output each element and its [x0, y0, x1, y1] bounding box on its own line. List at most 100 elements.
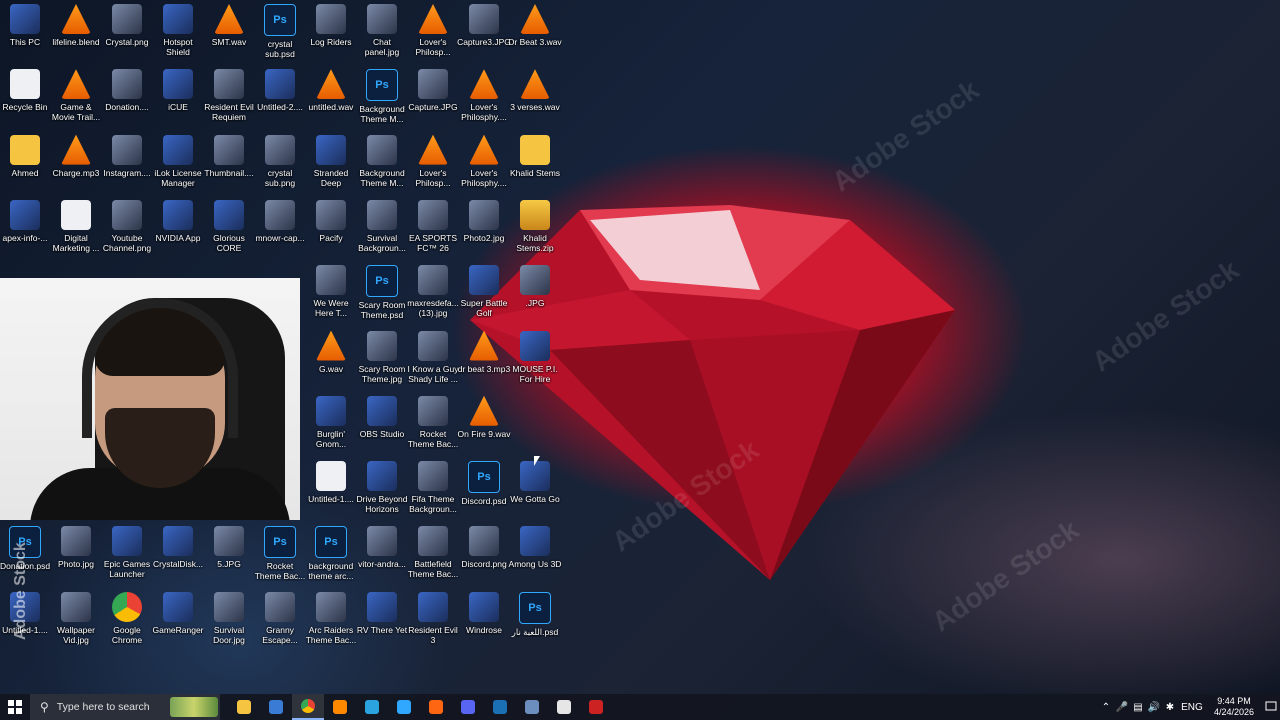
taskbar-app-button[interactable]	[356, 694, 388, 720]
desktop-icon[interactable]: On Fire 9.wav	[458, 395, 510, 460]
taskbar-app-button[interactable]	[228, 694, 260, 720]
desktop-icon[interactable]: RV There Yet	[357, 591, 407, 656]
desktop-icon[interactable]: Resident Evil 3	[408, 591, 458, 656]
desktop-icon[interactable]: lifeline.blend	[51, 4, 101, 68]
desktop-icon[interactable]: untitled.wav	[306, 69, 356, 133]
desktop-icon[interactable]: Scary Room Theme.jpg	[357, 330, 407, 395]
desktop-icon[interactable]: Ps Scary Room Theme.psd	[357, 265, 407, 329]
desktop-icon[interactable]: Ps Donation.psd	[0, 526, 50, 590]
notifications-icon[interactable]	[1262, 694, 1280, 720]
desktop-icon[interactable]: Background Theme M...	[357, 134, 407, 199]
taskbar-app-button[interactable]	[324, 694, 356, 720]
desktop-icon[interactable]: Lover's Philosphy....	[459, 134, 509, 199]
desktop-icon[interactable]: Discord.png	[459, 526, 509, 590]
desktop-icon[interactable]: Hotspot Shield	[153, 4, 203, 68]
desktop-icon[interactable]: Rocket Theme Bac...	[408, 395, 458, 460]
desktop-icon[interactable]: Recycle Bin	[0, 69, 50, 133]
desktop-icon[interactable]: I Know a Guy Shady Life ...	[407, 330, 459, 395]
desktop-icon[interactable]: Instagram....	[102, 134, 152, 199]
desktop-icon[interactable]: Khalid Stems.zip	[510, 199, 560, 264]
desktop-icon[interactable]: Chat panel.jpg	[357, 4, 407, 68]
taskbar-app-button[interactable]	[516, 694, 548, 720]
desktop-icon[interactable]: vitor-andra...	[357, 526, 407, 590]
desktop-icon[interactable]: mnowr-cap...	[255, 199, 305, 264]
desktop-icon[interactable]: Capture.JPG	[408, 69, 458, 133]
desktop-icon[interactable]: Thumbnail....	[204, 134, 254, 199]
taskbar-search[interactable]: ⚲ Type here to search	[30, 694, 220, 720]
desktop-icon[interactable]: Lover's Philosp...	[408, 4, 458, 68]
desktop-icon[interactable]: Donation....	[102, 69, 152, 133]
desktop-icon[interactable]: Ahmed	[0, 134, 50, 199]
desktop-icon[interactable]: Survival Door.jpg	[204, 591, 254, 656]
taskbar-app-button[interactable]	[548, 694, 580, 720]
desktop-icon[interactable]: Granny Escape...	[255, 591, 305, 656]
microphone-icon[interactable]: 🎤	[1114, 694, 1130, 720]
desktop-icon[interactable]: 5.JPG	[204, 526, 254, 590]
taskbar-app-button[interactable]	[292, 694, 324, 720]
desktop-icon[interactable]: Capture3.JPG	[457, 4, 511, 68]
desktop-icon[interactable]: Ps Discord.psd	[459, 461, 509, 525]
desktop-icon[interactable]: OBS Studio	[357, 395, 407, 460]
desktop-icon[interactable]: Battlefield Theme Bac...	[408, 526, 458, 590]
desktop-icon[interactable]: Ps Background Theme M...	[357, 69, 407, 133]
desktop-icon[interactable]: Crystal.png	[102, 4, 152, 68]
taskbar-app-button[interactable]	[580, 694, 612, 720]
desktop-icon[interactable]: Ps background theme arc...	[306, 526, 356, 590]
desktop-icon[interactable]: Stranded Deep	[306, 134, 356, 199]
desktop-icon[interactable]: crystal sub.png	[255, 134, 305, 199]
desktop-icon[interactable]: .JPG	[510, 265, 560, 329]
desktop-icon[interactable]: Log Riders	[306, 4, 356, 68]
desktop-icon[interactable]: CrystalDisk...	[153, 526, 203, 590]
desktop-icon[interactable]: dr beat 3.mp3	[458, 330, 510, 395]
desktop-icon[interactable]: Ps اللعبة نار.psd	[510, 591, 560, 656]
desktop-icon[interactable]: Burglin' Gnom...	[306, 395, 356, 460]
language-indicator[interactable]: ENG	[1178, 694, 1206, 720]
desktop-icon[interactable]: Wallpaper Vid.jpg	[51, 591, 101, 656]
start-button[interactable]	[0, 694, 30, 720]
desktop-icon[interactable]: Ps crystal sub.psd	[255, 4, 305, 68]
desktop-icon[interactable]: iLok License Manager	[153, 134, 203, 199]
desktop-icon[interactable]: Untitled-1....	[306, 461, 356, 525]
desktop-icon[interactable]: This PC	[0, 4, 50, 68]
desktop-icon[interactable]: Resident Evil Requiem	[204, 69, 254, 133]
desktop-icon[interactable]: Pacify	[306, 199, 356, 264]
bluetooth-icon[interactable]: ✱	[1162, 694, 1178, 720]
desktop-icon[interactable]: We Were Here T...	[306, 265, 356, 329]
desktop-icon[interactable]: Game & Movie Trail...	[51, 69, 101, 133]
desktop-icon[interactable]: 3 verses.wav	[510, 69, 560, 133]
desktop-icon[interactable]: Drive Beyond Horizons	[356, 461, 408, 525]
desktop-icon[interactable]: Ps Rocket Theme Bac...	[255, 526, 305, 590]
desktop-icon[interactable]: Arc Raiders Theme Bac...	[306, 591, 356, 656]
desktop-icon[interactable]: apex-info-...	[0, 199, 50, 264]
desktop-icon[interactable]: Digital Marketing ...	[51, 199, 101, 264]
desktop-icon[interactable]: NVIDIA App	[153, 199, 203, 264]
desktop-icon[interactable]: Charge.mp3	[51, 134, 101, 199]
desktop-icon[interactable]: Fifa Theme Backgroun...	[408, 461, 458, 525]
desktop-icon[interactable]: We Gotta Go	[510, 461, 560, 525]
desktop-icon[interactable]: Windrose	[459, 591, 509, 656]
desktop-icon[interactable]: iCUE	[153, 69, 203, 133]
taskbar-app-button[interactable]	[388, 694, 420, 720]
desktop-icon[interactable]: GameRanger	[152, 591, 204, 656]
desktop-icon[interactable]: Lover's Philosp...	[408, 134, 458, 199]
desktop-icon[interactable]: Super Battle Golf	[459, 265, 509, 329]
desktop-icon[interactable]: Among Us 3D	[509, 526, 561, 590]
desktop-icon[interactable]: G.wav	[306, 330, 356, 395]
desktop-icon[interactable]: maxresdefa... (13).jpg	[407, 265, 459, 329]
desktop-icon[interactable]: Khalid Stems	[510, 134, 560, 199]
taskbar-app-button[interactable]	[260, 694, 292, 720]
desktop-icon[interactable]: Survival Backgroun...	[357, 199, 407, 264]
taskbar-app-button[interactable]	[452, 694, 484, 720]
show-hidden-icons-chevron-icon[interactable]: ⌃	[1098, 694, 1114, 720]
desktop-icon[interactable]: Youtube Channel.png	[102, 199, 152, 264]
clock[interactable]: 9:44 PM 4/24/2026	[1214, 696, 1254, 718]
desktop-icon[interactable]: Glorious CORE	[204, 199, 254, 264]
desktop-icon[interactable]: Untitled-1....	[0, 591, 50, 656]
desktop-icon[interactable]: Lover's Philosphy....	[459, 69, 509, 133]
network-icon[interactable]: ▤	[1130, 694, 1146, 720]
taskbar-app-button[interactable]	[484, 694, 516, 720]
desktop-icon[interactable]: MOUSE P.I. For Hire	[510, 330, 560, 395]
taskbar-app-button[interactable]	[420, 694, 452, 720]
desktop-icon[interactable]: Untitled-2....	[255, 69, 305, 133]
desktop-icon[interactable]: Google Chrome	[102, 591, 152, 656]
